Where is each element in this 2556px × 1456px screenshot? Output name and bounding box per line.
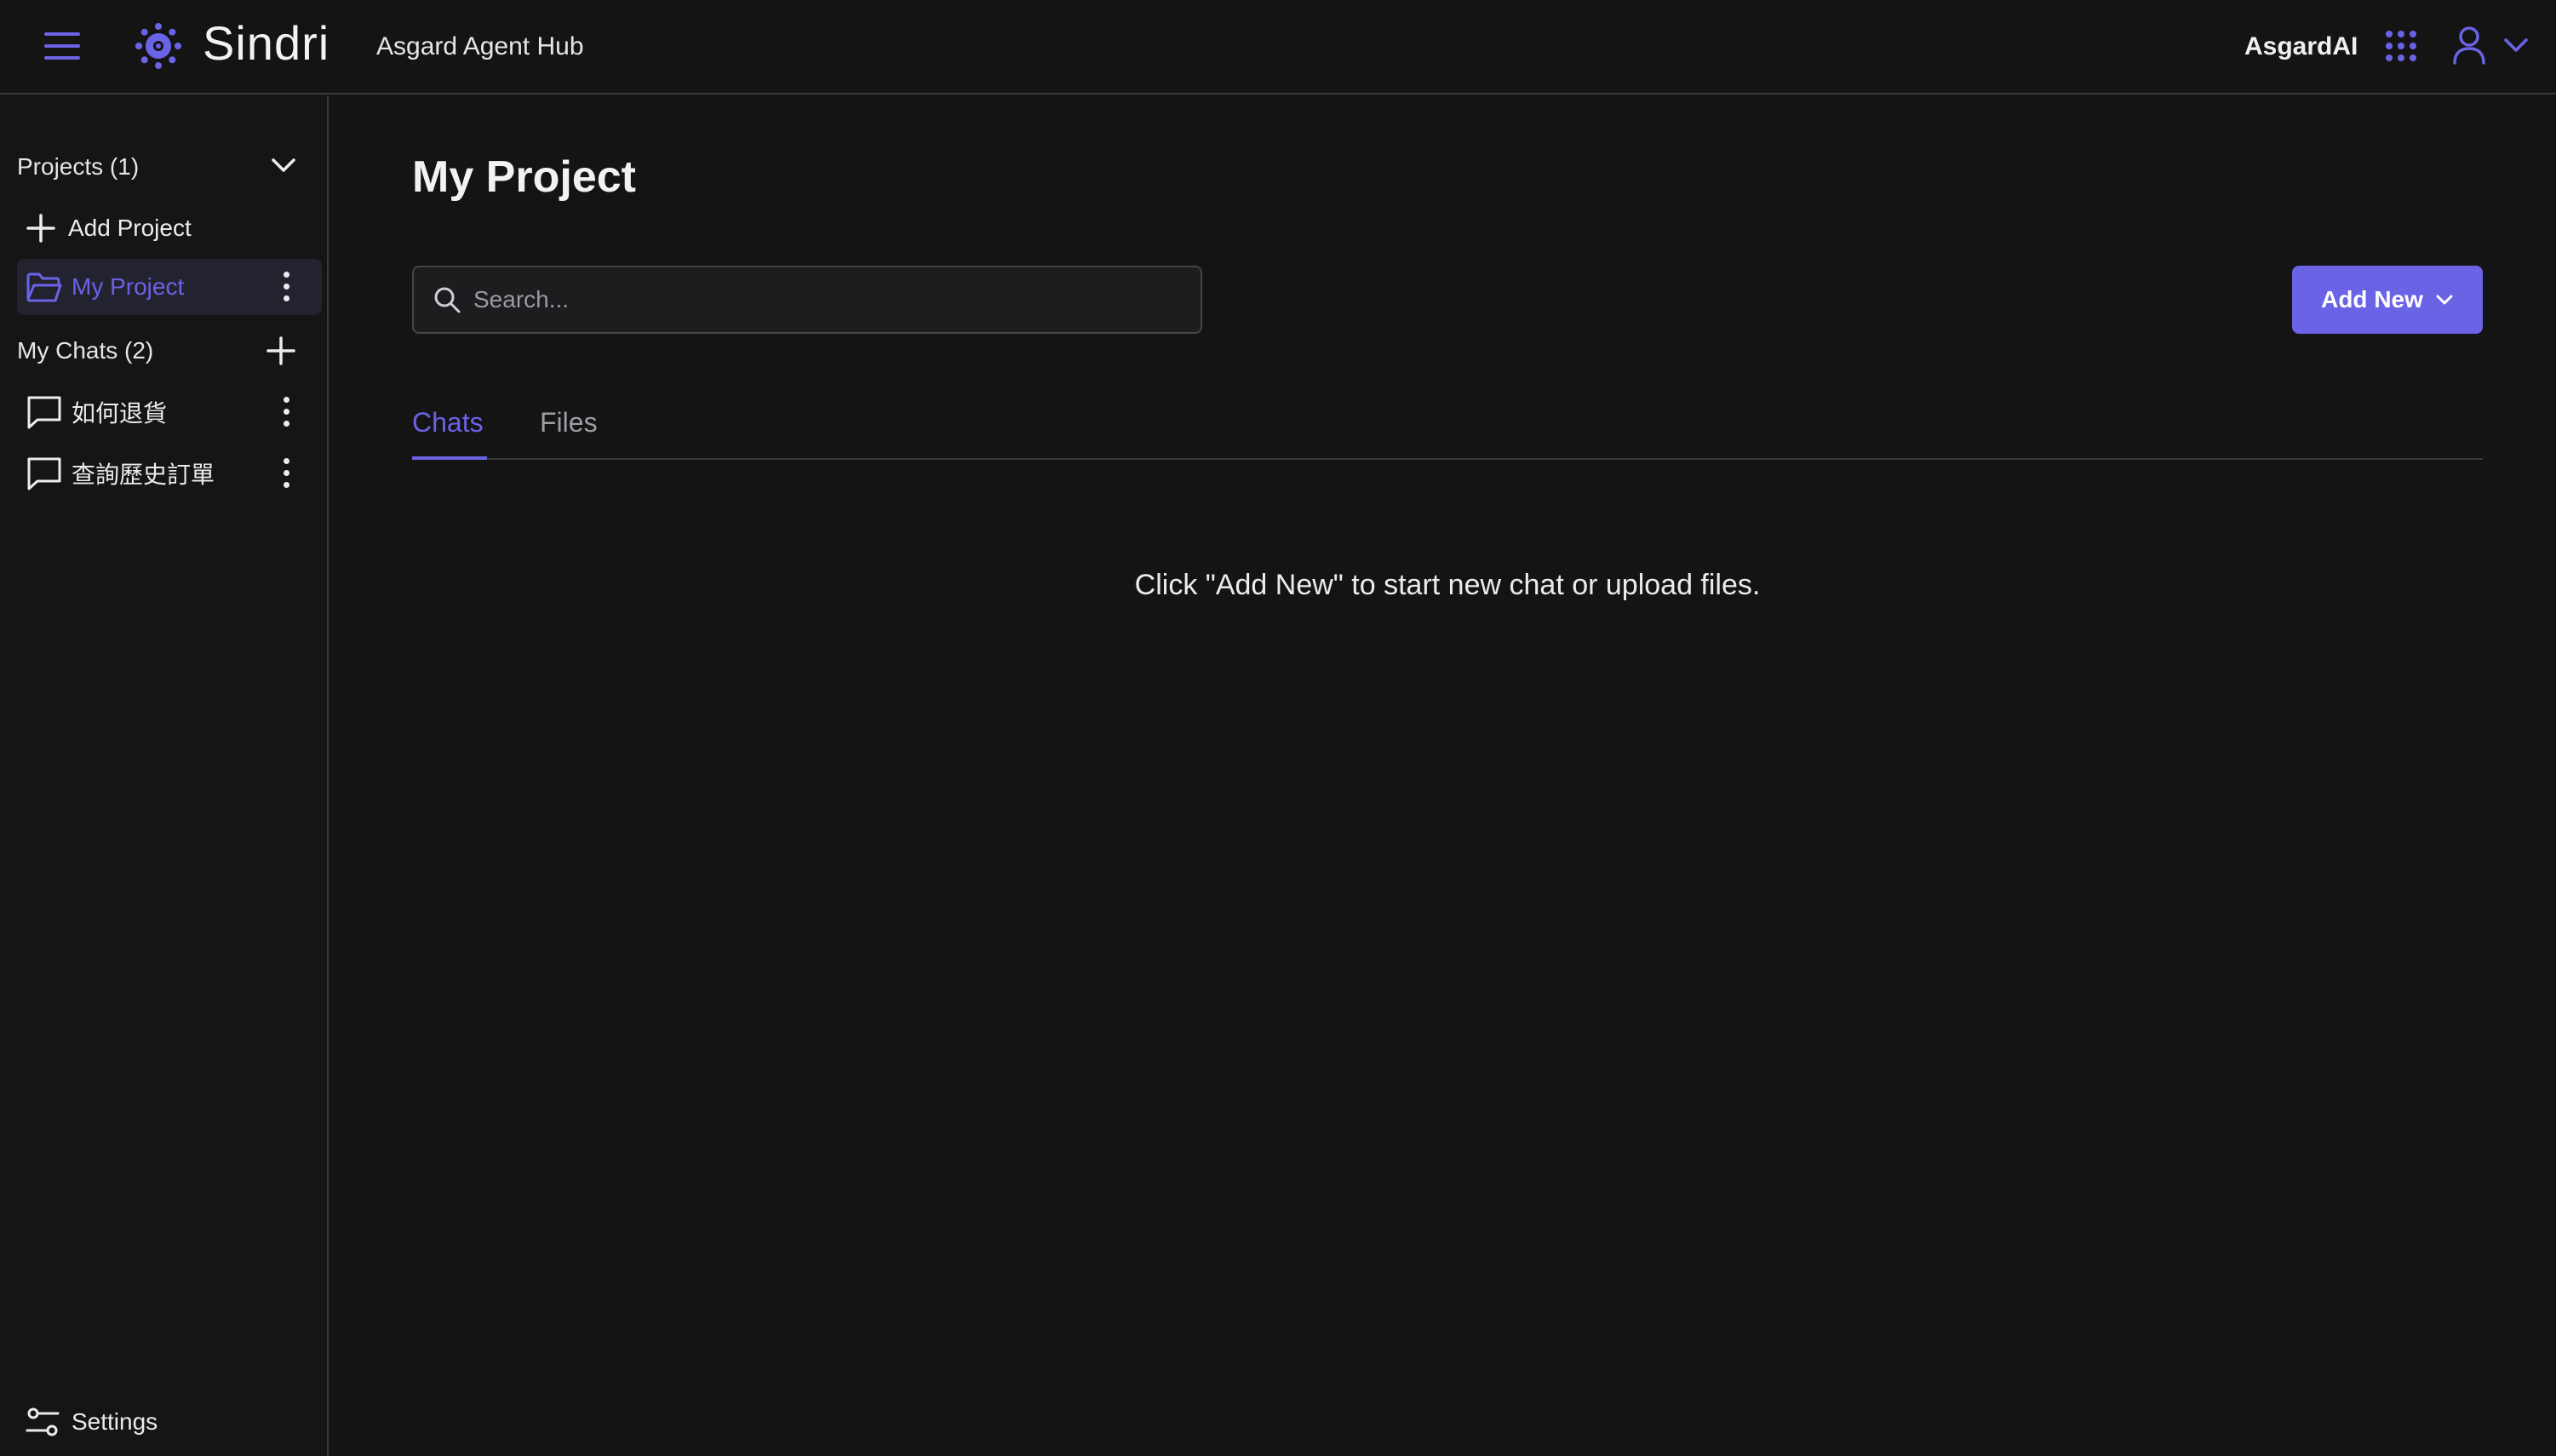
chat-label: 如何退貨 — [72, 400, 168, 427]
plus-icon[interactable] — [266, 335, 296, 366]
sidebar-item-chat[interactable]: 查詢歷史訂單 — [26, 446, 322, 501]
app-name: Asgard Agent Hub — [376, 32, 584, 60]
active-tab-indicator — [412, 456, 487, 460]
add-project-button[interactable]: Add Project — [26, 201, 330, 255]
folder-icon — [26, 272, 62, 302]
tab-bar: Chats Files — [412, 400, 2483, 460]
top-bar: Sindri Asgard Agent Hub AsgardAI — [0, 0, 2556, 95]
search-box — [412, 266, 1202, 334]
hamburger-icon[interactable] — [44, 29, 83, 63]
sindri-logo-icon[interactable] — [135, 22, 182, 70]
project-label: My Project — [72, 273, 185, 300]
tab-files[interactable]: Files — [540, 407, 598, 439]
chat-icon — [27, 457, 61, 490]
search-input[interactable] — [473, 267, 1201, 332]
chat-label: 查詢歷史訂單 — [72, 461, 215, 488]
add-new-button[interactable]: Add New — [2292, 266, 2483, 334]
kebab-icon[interactable] — [281, 456, 291, 490]
kebab-icon[interactable] — [281, 395, 291, 429]
settings-button[interactable]: Settings — [26, 1395, 330, 1449]
search-icon — [434, 287, 461, 313]
add-project-label: Add Project — [68, 215, 192, 241]
tab-chats[interactable]: Chats — [412, 407, 484, 439]
chevron-down-icon[interactable] — [2503, 36, 2529, 54]
chevron-down-icon[interactable] — [271, 155, 296, 175]
chat-icon — [27, 396, 61, 429]
projects-section-header[interactable]: Projects (1) — [17, 140, 322, 194]
kebab-icon[interactable] — [281, 270, 291, 304]
projects-label: Projects (1) — [17, 153, 140, 180]
apps-grid-icon[interactable] — [2384, 29, 2418, 63]
user-icon[interactable] — [2452, 26, 2486, 65]
add-new-label: Add New — [2321, 286, 2423, 312]
sidebar-item-chat[interactable]: 如何退貨 — [26, 385, 322, 439]
sidebar-item-my-project[interactable]: My Project — [17, 259, 322, 315]
chats-label: My Chats (2) — [17, 337, 154, 364]
settings-label: Settings — [72, 1408, 158, 1435]
chats-section-header: My Chats (2) — [17, 324, 322, 378]
page-title: My Project — [412, 152, 636, 202]
sidebar: Projects (1) Add Project My Project My C… — [0, 95, 329, 1456]
brand-name[interactable]: Sindri — [203, 15, 330, 71]
settings-icon — [26, 1407, 60, 1436]
empty-state-message: Click "Add New" to start new chat or upl… — [1134, 569, 1761, 601]
plus-icon — [26, 214, 55, 243]
org-name: AsgardAI — [2244, 32, 2358, 60]
chevron-down-icon — [2436, 295, 2453, 305]
